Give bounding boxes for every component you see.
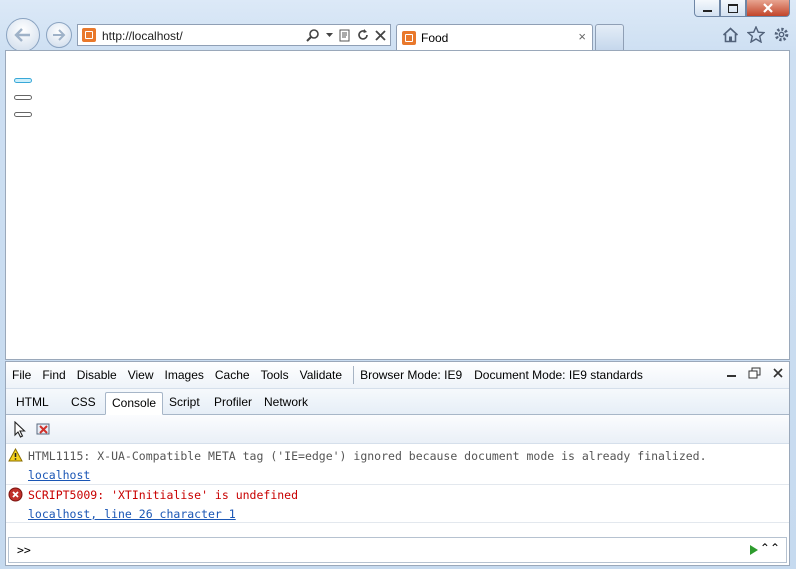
tab-console[interactable]: Console bbox=[105, 392, 164, 415]
devtools-unpin-icon[interactable] bbox=[748, 367, 761, 379]
restore-icon bbox=[728, 3, 738, 13]
address-bar-tools bbox=[306, 28, 386, 42]
tab-close-icon[interactable]: × bbox=[578, 29, 586, 44]
error-icon bbox=[8, 487, 23, 502]
address-bar[interactable]: http://localhost/ bbox=[77, 24, 391, 46]
home-icon[interactable] bbox=[722, 26, 739, 43]
tab-favicon-icon bbox=[402, 31, 416, 45]
warning-icon bbox=[8, 448, 23, 462]
address-url[interactable]: http://localhost/ bbox=[102, 29, 183, 43]
developer-tools-panel: File Find Disable View Images Cache Tool… bbox=[5, 361, 790, 566]
tab-food[interactable]: Food × bbox=[396, 24, 593, 50]
tab-html[interactable]: HTML bbox=[10, 392, 55, 413]
restore-button[interactable] bbox=[720, 0, 746, 17]
menu-find[interactable]: Find bbox=[36, 368, 70, 382]
menu-view[interactable]: View bbox=[122, 368, 159, 382]
console-message-error: SCRIPT5009: 'XTInitialise' is undefined … bbox=[6, 485, 789, 523]
menu-file[interactable]: File bbox=[6, 368, 36, 382]
stop-icon[interactable] bbox=[375, 29, 386, 41]
error-text: SCRIPT5009: 'XTInitialise' is undefined bbox=[28, 488, 299, 502]
new-tab-button[interactable] bbox=[595, 24, 624, 50]
menu-tools[interactable]: Tools bbox=[255, 368, 294, 382]
tab-css[interactable]: CSS bbox=[65, 392, 102, 413]
browser-mode-value: IE9 bbox=[444, 368, 463, 382]
page-content bbox=[5, 50, 790, 360]
error-source-link[interactable]: localhost, line 26 character 1 bbox=[28, 507, 236, 521]
site-favicon-icon bbox=[82, 28, 96, 42]
document-mode-label: Document Mode: bbox=[474, 368, 566, 382]
tab-title: Food bbox=[421, 31, 449, 45]
browser-tools bbox=[722, 26, 790, 43]
tab-profiler[interactable]: Profiler bbox=[208, 392, 258, 413]
slider-indicator-2[interactable] bbox=[14, 95, 32, 100]
menu-images[interactable]: Images bbox=[159, 368, 209, 382]
console-toolbar bbox=[6, 415, 789, 444]
console-prompt: >> bbox=[17, 543, 31, 557]
clear-console-icon[interactable] bbox=[36, 422, 52, 436]
warning-text: HTML1115: X-UA-Compatible META tag ('IE=… bbox=[28, 449, 707, 463]
minimize-icon bbox=[702, 10, 712, 12]
menu-validate[interactable]: Validate bbox=[294, 368, 347, 382]
menu-cache[interactable]: Cache bbox=[209, 368, 255, 382]
browser-mode-label: Browser Mode: bbox=[360, 368, 441, 382]
devtools-tabs: HTML CSS Console Script Profiler Network bbox=[6, 389, 789, 415]
devtools-window-controls bbox=[727, 367, 783, 379]
expand-multiline-icon[interactable]: ⌃⌃ bbox=[760, 541, 780, 555]
settings-gear-icon[interactable] bbox=[773, 26, 790, 43]
message-divider bbox=[6, 522, 789, 523]
console-message-warning: HTML1115: X-UA-Compatible META tag ('IE=… bbox=[6, 446, 789, 484]
compatibility-view-icon[interactable] bbox=[339, 29, 351, 42]
minimize-button[interactable] bbox=[694, 0, 720, 17]
document-mode-value: IE9 standards bbox=[568, 368, 643, 382]
document-mode-menu[interactable]: Document Mode: IE9 standards bbox=[474, 368, 643, 382]
window-controls bbox=[694, 0, 790, 18]
devtools-close-icon[interactable] bbox=[773, 368, 783, 378]
menu-separator bbox=[353, 366, 355, 384]
slider-indicator-3[interactable] bbox=[14, 112, 32, 117]
favorites-star-icon[interactable] bbox=[747, 26, 765, 43]
browser-window: http://localhost/ Food × File Find Disab… bbox=[0, 0, 796, 569]
console-input[interactable]: >> ⌃⌃ bbox=[8, 537, 787, 563]
run-script-icon[interactable] bbox=[750, 545, 758, 555]
back-button[interactable] bbox=[6, 18, 40, 52]
search-dropdown-icon[interactable] bbox=[326, 32, 333, 38]
menu-disable[interactable]: Disable bbox=[71, 368, 122, 382]
forward-arrow-icon bbox=[53, 29, 66, 41]
browser-mode-menu[interactable]: Browser Mode: IE9 bbox=[360, 368, 474, 382]
search-icon[interactable] bbox=[306, 28, 320, 42]
close-icon bbox=[763, 3, 773, 13]
warning-source-link[interactable]: localhost bbox=[28, 468, 90, 482]
tab-script[interactable]: Script bbox=[163, 392, 206, 413]
back-arrow-icon bbox=[14, 28, 30, 42]
devtools-minimize-icon[interactable] bbox=[727, 375, 736, 377]
devtools-menu-bar: File Find Disable View Images Cache Tool… bbox=[6, 362, 789, 389]
refresh-icon[interactable] bbox=[357, 29, 369, 41]
slider-indicator-1[interactable] bbox=[14, 78, 32, 83]
forward-button[interactable] bbox=[46, 22, 72, 48]
select-element-cursor-icon[interactable] bbox=[14, 421, 26, 438]
close-button[interactable] bbox=[746, 0, 790, 17]
tab-network[interactable]: Network bbox=[258, 392, 314, 413]
